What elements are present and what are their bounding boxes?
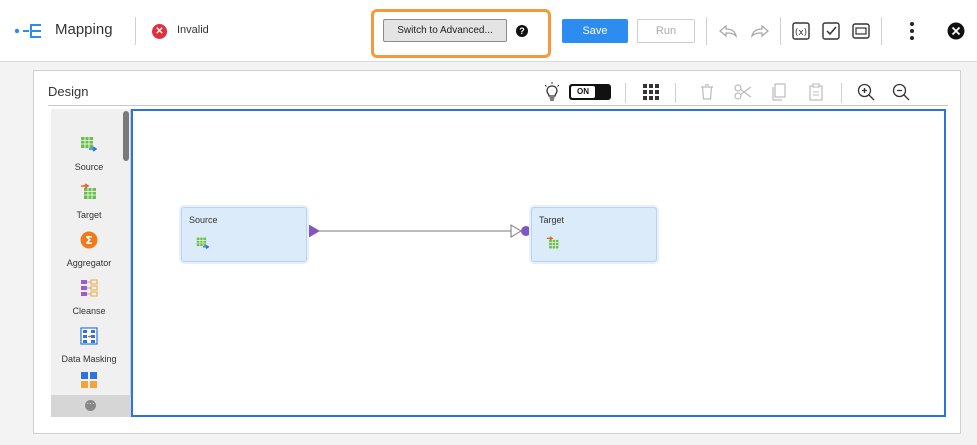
palette-item-label: Data Masking <box>61 354 117 364</box>
palette-item-label: Source <box>74 162 104 172</box>
target-node[interactable]: Target <box>531 207 657 262</box>
save-button[interactable]: Save <box>562 19 628 43</box>
palette-item-partial[interactable] <box>51 371 127 393</box>
link-layer <box>308 224 531 238</box>
divider <box>706 17 707 45</box>
more-options-icon[interactable] <box>900 19 924 43</box>
info-icon[interactable]: ? <box>516 25 528 37</box>
top-toolbar: Mapping ✕ Invalid Switch to Advanced... … <box>0 0 977 62</box>
svg-text:Σ: Σ <box>85 234 93 247</box>
data-masking-icon <box>80 327 98 345</box>
mapping-canvas[interactable]: Source Target <box>131 109 946 417</box>
grid-layout-icon[interactable] <box>639 80 663 104</box>
palette-item-label: Target <box>76 210 102 220</box>
palette-item-aggregator[interactable]: Σ Aggregator <box>51 231 127 271</box>
lightbulb-icon[interactable] <box>540 80 564 104</box>
switch-to-advanced-button[interactable]: Switch to Advanced... <box>383 19 507 42</box>
palette-more-bar[interactable]: ··· <box>51 395 131 417</box>
node-label: Source <box>189 215 218 225</box>
app-title: Mapping <box>55 21 113 38</box>
validate-icon[interactable] <box>819 19 843 43</box>
divider <box>881 17 882 45</box>
status-text: Invalid <box>177 24 209 36</box>
transformation-icon <box>81 372 97 388</box>
divider <box>841 83 842 103</box>
node-label: Target <box>539 215 565 225</box>
source-icon <box>81 137 98 152</box>
more-icon[interactable]: ··· <box>85 400 96 411</box>
mapping-logo-icon <box>14 24 41 38</box>
svg-text:(x): (x) <box>795 28 807 38</box>
source-icon <box>196 237 210 249</box>
palette-item-label: Cleanse <box>72 306 106 316</box>
palette-scrollbar[interactable] <box>123 111 129 161</box>
cut-icon[interactable] <box>731 80 755 104</box>
source-node[interactable]: Source <box>181 207 307 262</box>
toggle-label: ON <box>571 86 595 98</box>
output-port-icon[interactable] <box>308 224 320 238</box>
transformation-palette: Source Target Σ Aggregator Cleanse Data … <box>51 109 131 417</box>
run-button[interactable]: Run <box>637 19 695 43</box>
divider <box>780 17 781 45</box>
design-panel: Design ON Source Target Σ Aggregator Cle… <box>33 70 961 434</box>
arrowhead-icon <box>510 224 522 238</box>
palette-item-target[interactable]: Target <box>51 183 127 223</box>
palette-item-source[interactable]: Source <box>51 135 127 175</box>
undo-icon[interactable] <box>716 19 740 43</box>
divider <box>135 17 136 45</box>
target-icon <box>81 183 96 199</box>
aggregator-icon: Σ <box>80 231 98 249</box>
cleanse-icon <box>81 279 98 297</box>
redo-icon[interactable] <box>748 19 772 43</box>
zoom-in-icon[interactable] <box>854 80 878 104</box>
palette-item-cleanse[interactable]: Cleanse <box>51 279 127 319</box>
parameters-icon[interactable]: (x) <box>789 19 813 43</box>
paste-icon[interactable] <box>804 80 828 104</box>
divider <box>675 83 676 103</box>
copy-icon[interactable] <box>767 80 791 104</box>
palette-item-label: Aggregator <box>66 258 112 268</box>
preview-icon[interactable] <box>849 19 873 43</box>
divider <box>625 83 626 103</box>
divider <box>48 105 948 106</box>
auto-layout-toggle[interactable]: ON <box>569 84 611 100</box>
zoom-out-icon[interactable] <box>889 80 913 104</box>
input-port-icon[interactable] <box>521 226 531 236</box>
target-icon <box>546 236 559 249</box>
palette-item-data-masking[interactable]: Data Masking <box>51 327 127 367</box>
invalid-status-icon: ✕ <box>152 24 167 39</box>
panel-title: Design <box>48 84 89 99</box>
close-icon[interactable] <box>944 19 968 43</box>
delete-icon[interactable] <box>695 80 719 104</box>
